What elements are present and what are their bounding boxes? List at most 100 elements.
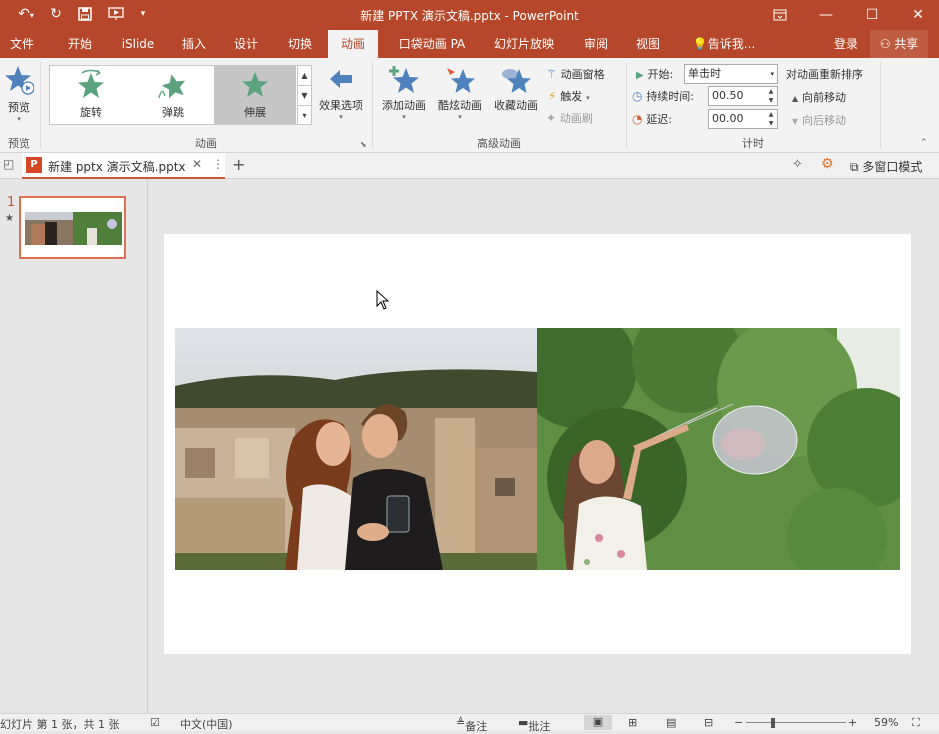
slide-thumbnail-pane: 1 ★ <box>0 179 148 713</box>
photo-couple[interactable] <box>175 328 537 570</box>
duration-input[interactable]: 00.50 ▲ ▼ <box>708 86 778 106</box>
tab-home[interactable]: 开始 <box>58 30 102 58</box>
settings-gear-icon[interactable]: ⚙ <box>821 156 834 172</box>
gallery-more[interactable]: ▾ <box>297 105 311 124</box>
windows-icon: ⧉ <box>850 160 859 174</box>
delay-label: ◔ 延迟: <box>632 112 673 126</box>
slide-canvas[interactable] <box>164 234 911 654</box>
slide-number: 1 <box>7 195 16 210</box>
collapse-ribbon-icon[interactable]: ⌃ <box>920 138 928 148</box>
triangle-down-icon: ▼ <box>792 117 799 126</box>
reorder-title: 对动画重新排序 <box>786 68 863 81</box>
thumbnail-photos <box>25 212 122 245</box>
duration-label: ◷ 持续时间: <box>632 89 695 103</box>
tab-transitions[interactable]: 切换 <box>278 30 322 58</box>
trigger-button[interactable]: ⚡ 触发 ▾ <box>548 88 618 106</box>
ribbon-display-icon[interactable] <box>757 0 803 30</box>
notes-button[interactable]: ≜ 备注 <box>456 716 487 733</box>
delay-input[interactable]: 00.00 ▲ ▼ <box>708 109 778 129</box>
magic-wand-icon[interactable]: ✧ <box>792 157 803 172</box>
multiwindow-button[interactable]: ⧉ 多窗口模式 <box>850 158 922 175</box>
cool-animation-button[interactable]: 酷炫动画 ▾ <box>432 64 488 130</box>
move-later-button[interactable]: ▼ 向后移动 <box>792 112 872 128</box>
tab-menu-icon[interactable]: ⋮ <box>212 157 224 171</box>
new-tab-icon[interactable]: + <box>232 155 245 174</box>
delay-clock-icon: ◔ <box>632 112 643 126</box>
slide-sorter-icon[interactable]: ⊞ <box>628 716 637 729</box>
play-icon: ▶ <box>636 70 644 81</box>
tab-history-icon[interactable]: ◰ <box>3 157 14 171</box>
animation-gallery: 旋转 弹跳 伸展 ▲ ▼ ▾ <box>49 65 312 125</box>
animation-spin[interactable]: 旋转 <box>50 66 132 124</box>
fit-to-window-icon[interactable]: ⛶ <box>912 716 920 730</box>
spin-star-icon <box>78 69 104 98</box>
close-tab-icon[interactable]: ✕ <box>192 157 202 171</box>
maximize-icon[interactable]: ☐ <box>849 0 895 30</box>
bounce-star-icon <box>158 74 186 99</box>
document-tab[interactable]: P 新建 pptx 演示文稿.pptx ✕ ⋮ <box>22 153 225 179</box>
close-icon[interactable]: ✕ <box>895 0 939 30</box>
zoom-out-icon[interactable]: − <box>734 716 743 729</box>
tab-slideshow[interactable]: 幻灯片放映 <box>486 30 562 58</box>
tab-design[interactable]: 设计 <box>224 30 268 58</box>
arrow-left-icon <box>330 70 352 88</box>
tab-file[interactable]: 文件 <box>0 30 44 58</box>
comments-button[interactable]: ▬ 批注 <box>518 716 550 733</box>
photo-bubble-girl[interactable] <box>537 328 900 570</box>
document-tab-bar: ◰ P 新建 pptx 演示文稿.pptx ✕ ⋮ + ✧ ⚙ ⧉ 多窗口模式 <box>0 153 939 179</box>
tab-review[interactable]: 审阅 <box>574 30 618 58</box>
animation-bounce[interactable]: 弹跳 <box>132 66 214 124</box>
person-icon: ⚇ <box>879 37 891 51</box>
stretch-star-icon <box>242 72 268 97</box>
tell-me-search[interactable]: 💡告诉我... <box>684 30 764 58</box>
normal-view-icon[interactable]: ▣ <box>584 715 612 730</box>
tab-insert[interactable]: 插入 <box>172 30 216 58</box>
effect-options-button[interactable]: 效果选项 ▾ <box>314 64 368 130</box>
tab-islide[interactable]: iSlide <box>114 30 162 58</box>
tab-view[interactable]: 视图 <box>626 30 670 58</box>
dialog-launcher-icon[interactable]: ⬊ <box>360 140 367 149</box>
clock-icon: ◷ <box>632 89 643 103</box>
group-label-timing: 计时 <box>742 137 764 150</box>
tab-pocket-animation[interactable]: 口袋动画 PA <box>390 30 474 58</box>
animation-star-icon: ★ <box>5 213 14 224</box>
group-label-animation: 动画 <box>195 137 217 150</box>
animation-painter-button[interactable]: ✦ 动画刷 <box>546 110 616 128</box>
rocket-star-icon <box>447 68 475 93</box>
spelling-check-icon[interactable]: ☑ <box>150 716 160 729</box>
minimize-icon[interactable]: — <box>803 0 849 30</box>
zoom-level[interactable]: 59% <box>874 716 898 729</box>
zoom-slider-track[interactable] <box>746 722 846 723</box>
cloud-star-icon <box>502 69 531 93</box>
animation-pane-button[interactable]: ⚚ 动画窗格 <box>546 66 626 84</box>
add-animation-button[interactable]: 添加动画 ▾ <box>376 64 432 130</box>
tab-animations[interactable]: 动画 <box>328 30 378 58</box>
preview-button[interactable]: 预览 ▾ <box>2 64 36 130</box>
login-link[interactable]: 登录 <box>826 30 866 58</box>
slideshow-view-icon[interactable]: ⊟ <box>704 716 713 729</box>
gallery-scroll-down[interactable]: ▼ <box>297 85 311 104</box>
favorite-animation-button[interactable]: 收藏动画 <box>488 64 544 130</box>
status-bar: 幻灯片 第 1 张，共 1 张 ☑ 中文(中国) ≜ 备注 ▬ 批注 ▣ ⊞ ▤… <box>0 713 939 733</box>
zoom-slider-thumb[interactable] <box>771 718 775 728</box>
animation-pane-icon: ⚚ <box>546 67 557 81</box>
gallery-scroll-up[interactable]: ▲ <box>297 66 311 85</box>
triangle-up-icon: ▲ <box>792 94 799 103</box>
reading-view-icon[interactable]: ▤ <box>666 716 676 729</box>
animation-stretch[interactable]: 伸展 <box>214 66 296 124</box>
delay-spinner[interactable]: ▲ ▼ <box>765 110 777 128</box>
group-label-advanced: 高级动画 <box>477 137 521 150</box>
powerpoint-file-icon: P <box>26 157 42 173</box>
painter-star-icon: ✦ <box>546 111 557 125</box>
start-select[interactable]: 单击时 ▾ <box>684 64 778 84</box>
lightbulb-icon: 💡 <box>692 37 708 51</box>
move-earlier-button[interactable]: ▲ 向前移动 <box>792 89 872 105</box>
slide-thumbnail[interactable] <box>19 196 126 259</box>
zoom-in-icon[interactable]: + <box>848 716 857 729</box>
duration-spinner[interactable]: ▲ ▼ <box>765 87 777 105</box>
lightning-icon: ⚡ <box>548 89 557 103</box>
language-indicator[interactable]: 中文(中国) <box>180 716 233 732</box>
preview-star-icon <box>5 66 35 95</box>
ribbon-tabs: 文件 开始 iSlide 插入 设计 切换 动画 口袋动画 PA 幻灯片放映 审… <box>0 30 939 58</box>
share-button[interactable]: ⚇ 共享 <box>870 30 928 58</box>
